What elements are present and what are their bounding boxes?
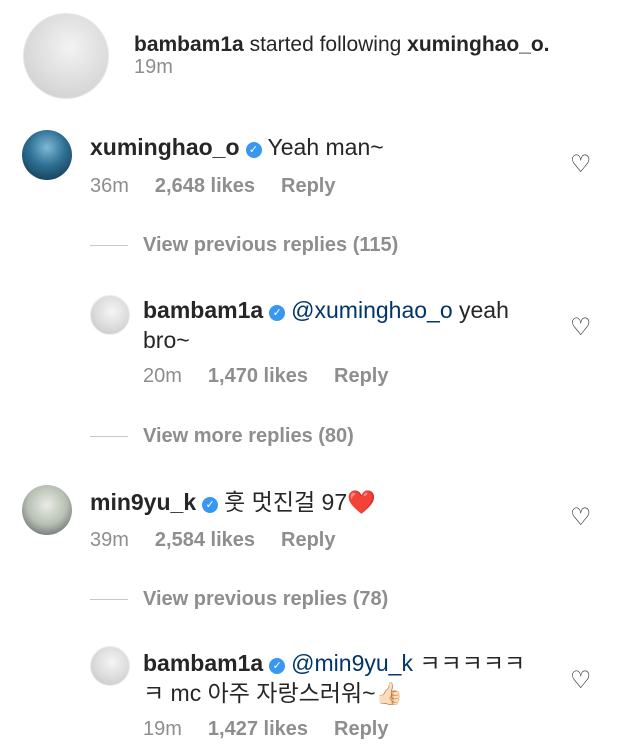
- reply-1-meta: 20m 1,470 likes Reply: [143, 365, 414, 388]
- view-replies-2-label[interactable]: View more replies (80): [143, 425, 354, 448]
- comment-2-meta: 39m 2,584 likes Reply: [90, 529, 361, 552]
- reply-2-time: 19m: [143, 718, 182, 740]
- verified-badge-icon: ✓: [269, 658, 286, 674]
- comment-2-likes[interactable]: 2,584 likes: [155, 529, 255, 551]
- comment-1-reply-button[interactable]: Reply: [281, 175, 335, 197]
- thumbs-up-emoji: 👍🏻: [375, 681, 403, 706]
- verified-badge-icon: ✓: [202, 497, 219, 513]
- notification-action: started following: [249, 33, 402, 56]
- view-replies-3[interactable]: View previous replies (78): [90, 588, 388, 611]
- heart-outline-icon[interactable]: ♡: [570, 503, 592, 532]
- avatar-bambam1a-reply1[interactable]: [90, 295, 130, 335]
- reply-1-reply-button[interactable]: Reply: [334, 365, 388, 387]
- reply-1-likes[interactable]: 1,470 likes: [208, 365, 308, 387]
- view-replies-1[interactable]: View previous replies (115): [90, 234, 398, 257]
- avatar-min9yu[interactable]: [22, 485, 72, 535]
- reply-1-mention[interactable]: @xuminghao_o: [291, 297, 452, 323]
- reply-2-mention[interactable]: @min9yu_k: [291, 650, 413, 676]
- comment-1-username[interactable]: xuminghao_o: [90, 134, 240, 160]
- notification-target[interactable]: xuminghao_o.: [407, 33, 549, 56]
- red-heart-emoji: ❤️: [347, 489, 376, 515]
- comment-2-time: 39m: [90, 529, 129, 551]
- view-replies-2[interactable]: View more replies (80): [90, 425, 354, 448]
- reply-2-body-line2: ㅋ mc 아주 자랑스러워~: [143, 680, 376, 706]
- reply-2-username[interactable]: bambam1a: [143, 650, 263, 676]
- notification-time: 19m: [134, 56, 173, 78]
- divider: [90, 245, 128, 246]
- reply-2-body-line1: ㅋㅋㅋㅋㅋ: [419, 650, 526, 676]
- reply-1-username[interactable]: bambam1a: [143, 297, 263, 323]
- reply-2-reply-button[interactable]: Reply: [334, 718, 388, 740]
- notification-username[interactable]: bambam1a: [134, 33, 244, 56]
- reply-2-text: bambam1a ✓ @min9yu_k ㅋㅋㅋㅋㅋ ㅋ mc 아주 자랑스러워~👍…: [143, 648, 525, 709]
- reply-2-meta: 19m 1,427 likes Reply: [143, 718, 414, 741]
- heart-outline-icon[interactable]: ♡: [570, 666, 592, 695]
- comment-1-time: 36m: [90, 175, 129, 197]
- comment-1-likes[interactable]: 2,648 likes: [155, 175, 255, 197]
- comment-2-text: min9yu_k ✓ 훗 멋진걸 97❤️: [90, 487, 376, 517]
- divider: [90, 436, 128, 437]
- avatar-xuminghao[interactable]: [22, 130, 72, 180]
- view-replies-3-label[interactable]: View previous replies (78): [143, 588, 388, 611]
- comment-1-meta: 36m 2,648 likes Reply: [90, 175, 361, 198]
- reply-1-body-line2: bro~: [143, 327, 190, 353]
- verified-badge-icon: ✓: [245, 142, 262, 158]
- reply-1-text: bambam1a ✓ @xuminghao_o yeah bro~: [143, 295, 509, 355]
- comment-1-text: xuminghao_o ✓ Yeah man~: [90, 132, 384, 162]
- avatar-bambam1a[interactable]: [23, 13, 109, 99]
- avatar-bambam1a-reply2[interactable]: [90, 646, 130, 686]
- reply-1-time: 20m: [143, 365, 182, 387]
- comment-2-reply-button[interactable]: Reply: [281, 529, 335, 551]
- verified-badge-icon: ✓: [269, 305, 286, 321]
- reply-2-likes[interactable]: 1,427 likes: [208, 718, 308, 740]
- heart-outline-icon[interactable]: ♡: [570, 150, 592, 179]
- notification-text: bambam1a started following xuminghao_o.: [134, 30, 550, 60]
- reply-1-body-line1: yeah: [459, 297, 509, 323]
- divider: [90, 599, 128, 600]
- heart-outline-icon[interactable]: ♡: [570, 313, 592, 342]
- comment-2-username[interactable]: min9yu_k: [90, 489, 196, 515]
- comment-2-body: 훗 멋진걸 97: [224, 489, 348, 515]
- comment-1-body: Yeah man~: [267, 134, 384, 160]
- view-replies-1-label[interactable]: View previous replies (115): [143, 234, 398, 257]
